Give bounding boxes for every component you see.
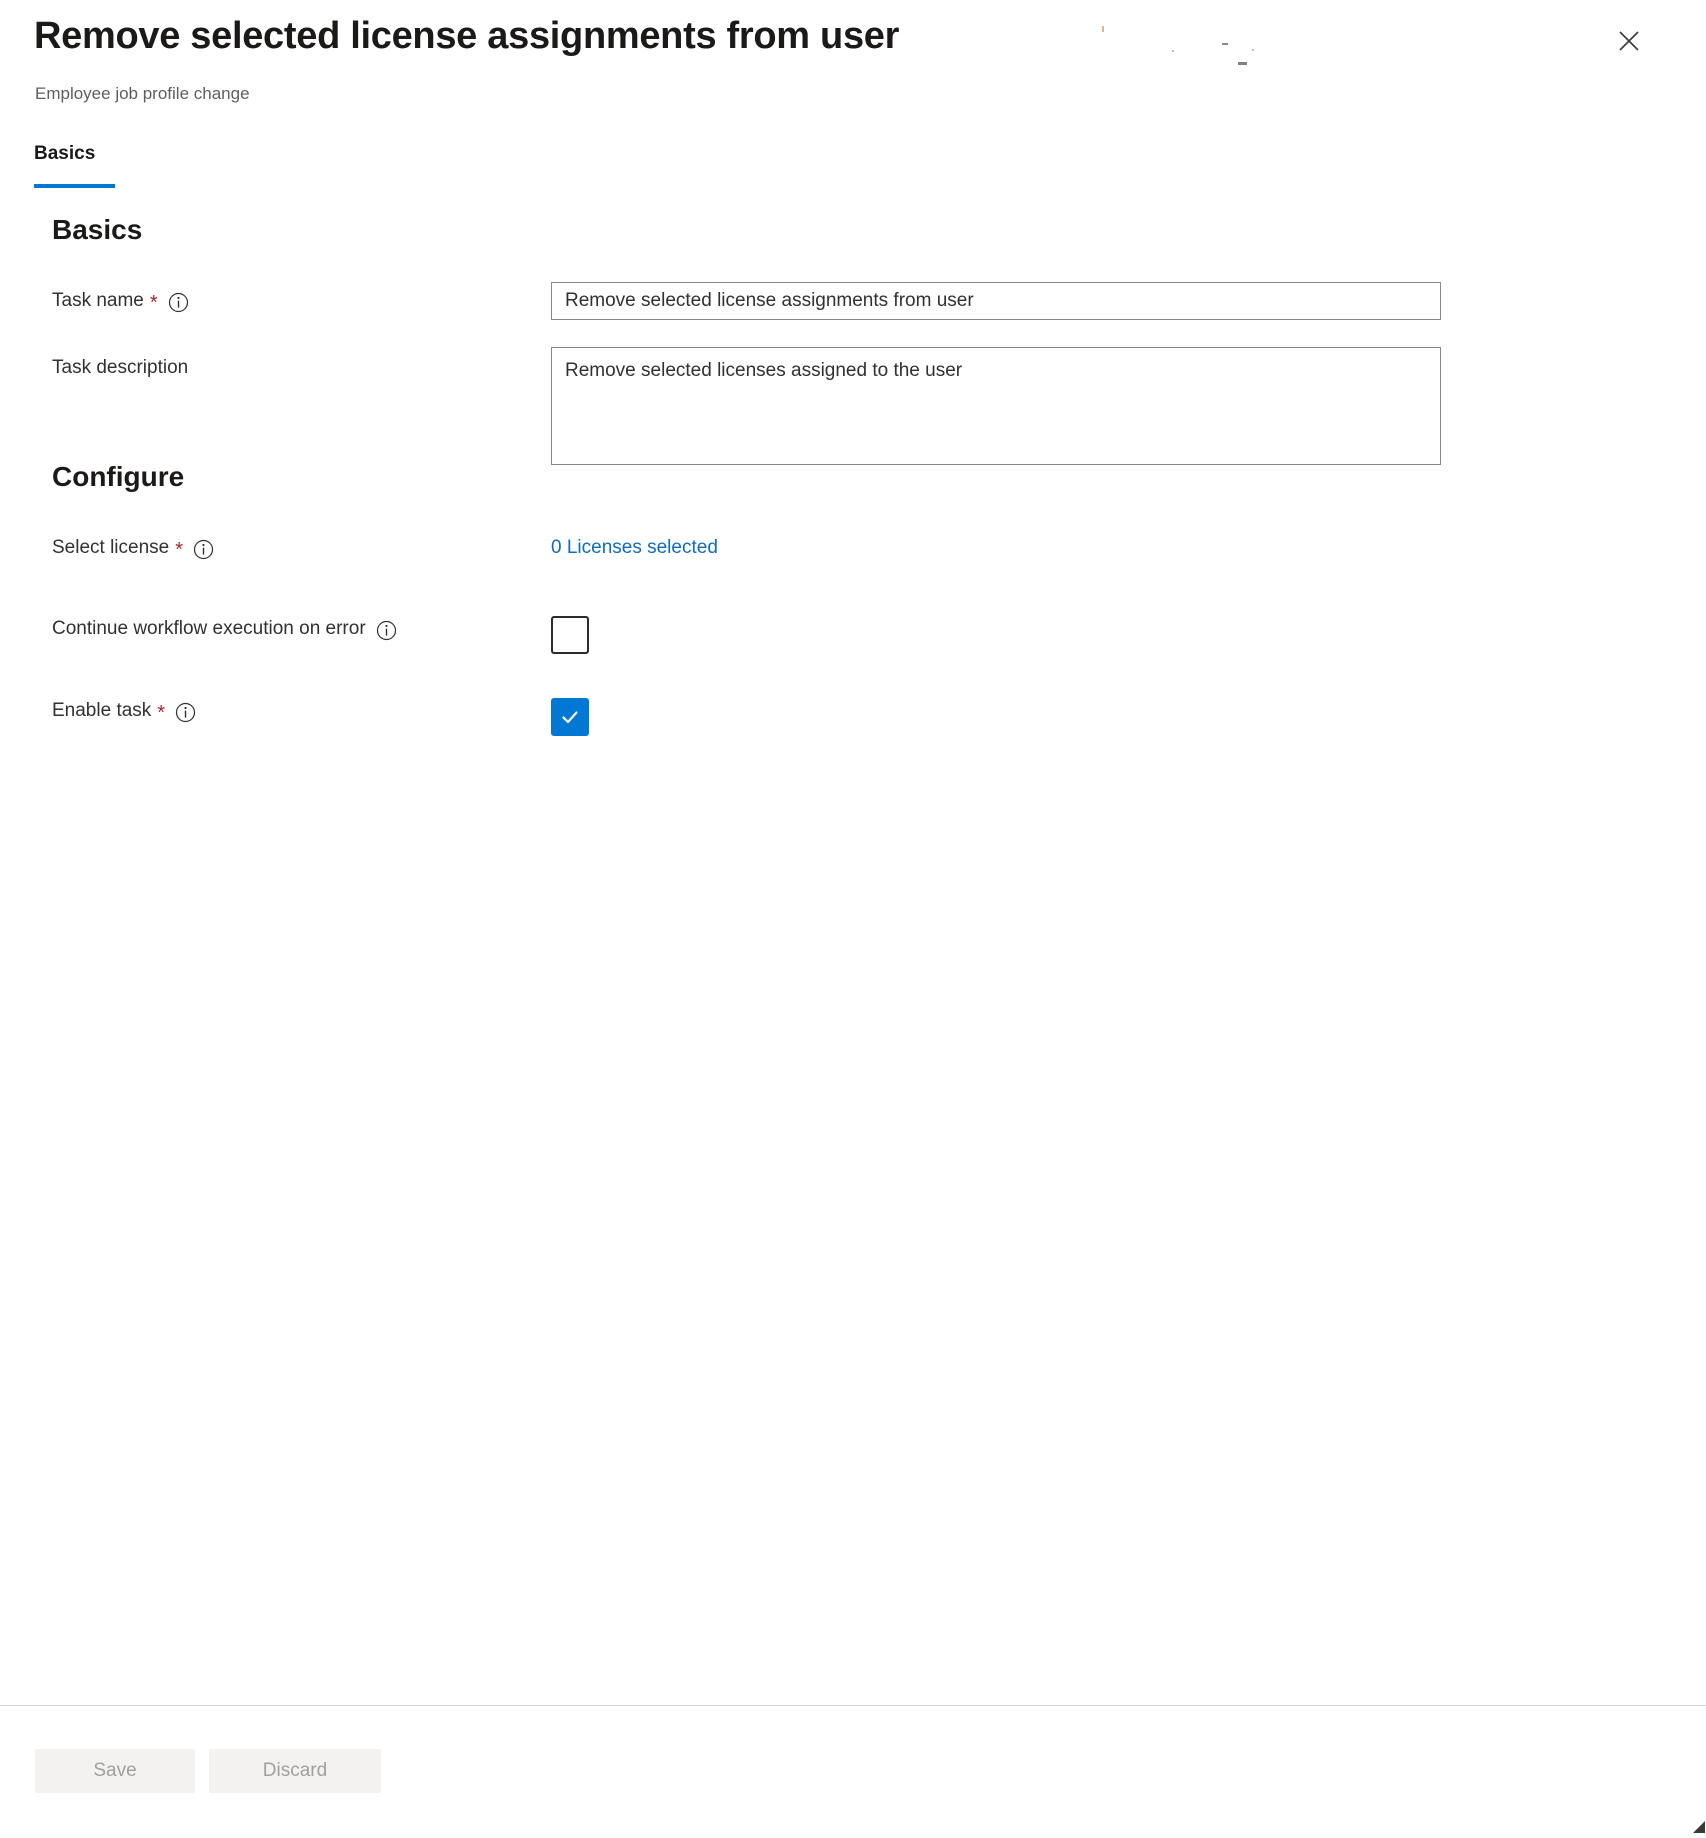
image-artifact: [1222, 43, 1228, 45]
continue-on-error-checkbox[interactable]: [551, 616, 589, 654]
section-heading-configure: Configure: [52, 461, 185, 492]
task-description-textarea[interactable]: Remove selected licenses assigned to the…: [551, 347, 1441, 465]
select-license-link[interactable]: 0 Licenses selected: [551, 537, 718, 559]
field-label-continue-on-error: Continue workflow execution on error: [52, 618, 397, 640]
field-label-text: Continue workflow execution on error: [52, 618, 366, 639]
image-artifact: [1238, 62, 1247, 65]
section-heading-basics: Basics: [52, 214, 143, 245]
required-indicator: *: [149, 292, 158, 314]
task-name-input[interactable]: [551, 282, 1441, 320]
field-label-select-license: Select license *: [52, 537, 214, 561]
save-button[interactable]: Save: [35, 1749, 195, 1793]
checkmark-icon: [559, 706, 581, 728]
field-label-text: Enable task: [52, 700, 152, 721]
required-indicator: *: [157, 702, 166, 724]
info-icon[interactable]: [193, 539, 214, 560]
field-label-task-name: Task name *: [52, 290, 189, 314]
tab-selected-indicator: [34, 184, 115, 188]
field-label-text: Select license: [52, 537, 170, 558]
discard-button[interactable]: Discard: [209, 1749, 381, 1793]
field-label-task-description: Task description: [52, 357, 188, 379]
field-label-enable-task: Enable task *: [52, 700, 196, 724]
window-resize-grip[interactable]: [1689, 1817, 1705, 1833]
info-icon[interactable]: [175, 702, 196, 723]
tab-strip: Basics: [0, 143, 1706, 191]
enable-task-checkbox[interactable]: [551, 698, 589, 736]
blade-header: Remove selected license assignments from…: [0, 0, 1706, 130]
footer-bar: Save Discard: [0, 1706, 1706, 1834]
required-indicator: *: [175, 539, 184, 561]
info-icon[interactable]: [168, 292, 189, 313]
page-subtitle: Employee job profile change: [35, 84, 250, 103]
image-artifact: [1172, 50, 1174, 52]
info-icon[interactable]: [376, 620, 397, 641]
field-label-text: Task description: [52, 357, 189, 378]
close-button[interactable]: [1602, 18, 1656, 64]
close-icon: [1616, 28, 1642, 54]
page-title: Remove selected license assignments from…: [34, 15, 900, 57]
field-label-text: Task name: [52, 290, 144, 311]
tab-basics[interactable]: Basics: [34, 143, 95, 176]
image-artifact: [1252, 49, 1254, 51]
image-artifact: [1102, 26, 1104, 32]
